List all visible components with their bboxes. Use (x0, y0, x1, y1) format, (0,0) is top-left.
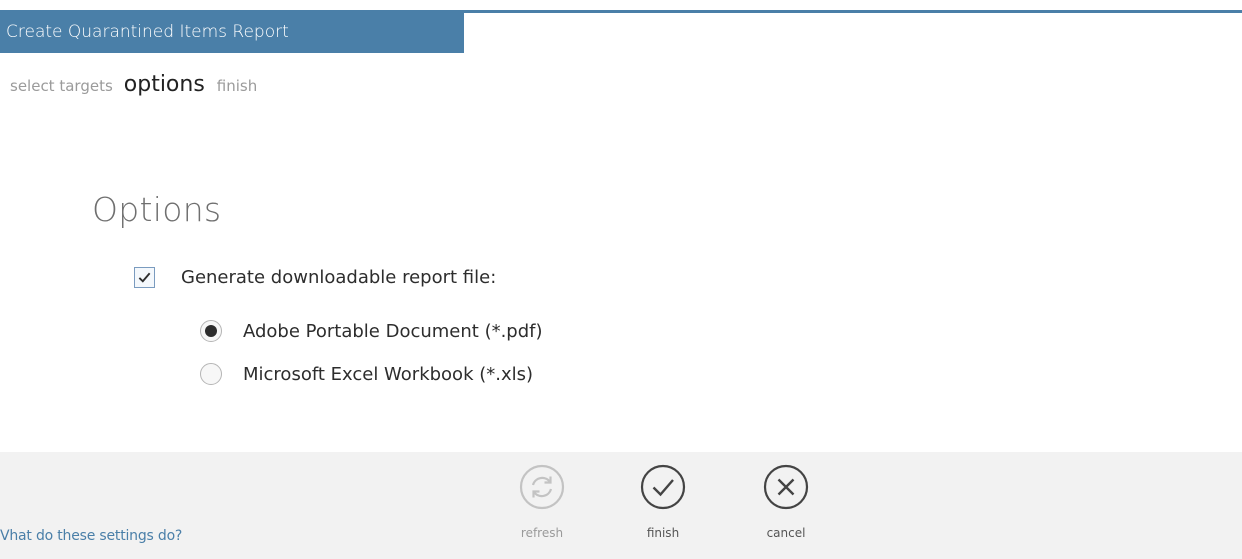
checkmark-circle-icon (640, 464, 686, 510)
footer-bar (0, 452, 1242, 559)
wizard-steps: select targets options finish (10, 72, 268, 106)
pdf-label: Adobe Portable Document (*.pdf) (243, 320, 543, 342)
options-heading: Options (92, 190, 222, 229)
refresh-button[interactable]: refresh (507, 464, 577, 540)
refresh-label: refresh (520, 526, 564, 540)
finish-label: finish (646, 526, 680, 540)
xls-label: Microsoft Excel Workbook (*.xls) (243, 363, 534, 385)
window-title: Create Quarantined Items Report (6, 22, 289, 42)
cancel-label: cancel (766, 526, 806, 540)
generate-file-option[interactable]: Generate downloadable report file: (134, 264, 496, 290)
step-select-targets[interactable]: select targets (10, 77, 113, 95)
xls-radio[interactable] (200, 363, 222, 385)
refresh-icon (519, 464, 565, 510)
cancel-button[interactable]: cancel (751, 464, 821, 540)
checkmark-icon (138, 272, 151, 283)
step-finish[interactable]: finish (217, 77, 257, 95)
format-option-pdf[interactable]: Adobe Portable Document (*.pdf) (200, 318, 543, 344)
close-circle-icon (763, 464, 809, 510)
generate-file-label: Generate downloadable report file: (181, 266, 497, 288)
finish-button[interactable]: finish (628, 464, 698, 540)
help-link[interactable]: Vhat do these settings do? (0, 528, 182, 544)
format-option-xls[interactable]: Microsoft Excel Workbook (*.xls) (200, 361, 533, 387)
radio-selected-dot (205, 325, 217, 337)
pdf-radio[interactable] (200, 320, 222, 342)
window-title-bar: Create Quarantined Items Report (0, 10, 464, 53)
step-options[interactable]: options (124, 72, 205, 97)
generate-file-checkbox[interactable] (134, 266, 155, 288)
